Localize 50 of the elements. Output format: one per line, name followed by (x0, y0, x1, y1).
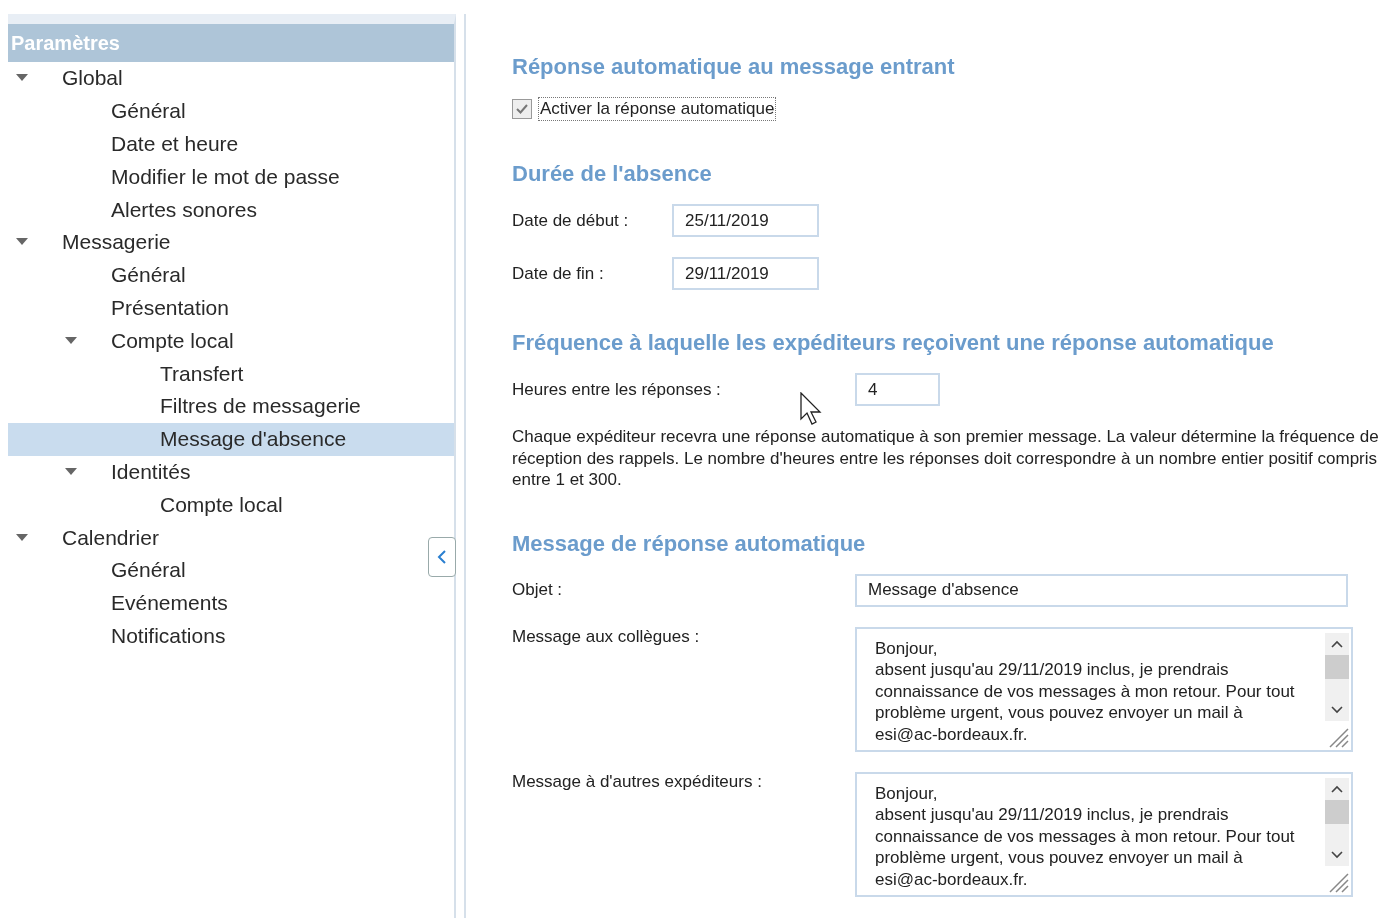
field-label: Heures entre les réponses : (512, 379, 722, 400)
message-textarea[interactable]: Bonjour, absent jusqu'au 29/11/2019 inclus, je prendrais connaissance de vos messages à mon retour. Pour tout problème urgent, vous pouvez envoyer un mail à esi@ac-bordeaux.fr. (855, 626, 1353, 752)
sidebar-title: Paramètres (8, 24, 454, 62)
section-heading: Réponse automatique au message entrant (512, 54, 956, 80)
scrollbar[interactable] (1325, 632, 1349, 721)
tree-item[interactable]: Calendrier (8, 521, 424, 554)
check-icon (515, 103, 529, 115)
tree-item[interactable]: Général (8, 553, 424, 587)
input-field[interactable]: Message d'absence (855, 573, 1348, 607)
checkbox-label[interactable]: Activer la réponse automatique (538, 97, 777, 121)
chevron-left-icon (437, 550, 447, 564)
tree-item[interactable]: Présentation (8, 291, 424, 325)
field-label: Objet : (512, 580, 564, 600)
message-textarea[interactable]: Bonjour, absent jusqu'au 29/11/2019 inclus, je prendrais connaissance de vos messages à mon retour. Pour tout problème urgent, vous pouvez envoyer un mail à esi@ac-bordeaux.fr. (855, 771, 1353, 897)
tree-item[interactable]: Général (8, 258, 424, 292)
help-text: Chaque expéditeur recevra une réponse automatique à son premier message. La valeur détermine la fréquence de réception des rappels. Le nombre d'heures entre les réponses doit correspondre à un nombre entier positif compris entre 1 et 300. (512, 426, 1380, 491)
field-label: Message à d'autres expéditeurs : (512, 771, 763, 792)
expand-arrow-icon[interactable] (16, 533, 28, 542)
expand-arrow-icon[interactable] (65, 467, 77, 476)
tree-item[interactable]: Compte local (8, 324, 424, 358)
tree-item[interactable]: Compte local (8, 488, 424, 522)
section-heading: Durée de l'absence (512, 161, 713, 187)
tree-item[interactable]: Filtres de messagerie (8, 389, 424, 423)
mouse-cursor-icon (800, 392, 822, 426)
tree-item[interactable]: Alertes sonores (8, 193, 424, 226)
expand-arrow-icon[interactable] (16, 74, 28, 83)
resize-grip-icon[interactable] (1327, 870, 1349, 893)
expand-arrow-icon[interactable] (65, 336, 77, 345)
input-field[interactable]: 25/11/2019 (672, 204, 819, 237)
tree-item[interactable]: Modifier le mot de passe (8, 160, 424, 194)
tree-item[interactable]: Global (8, 62, 424, 95)
checkbox[interactable] (512, 99, 532, 119)
input-field[interactable]: 29/11/2019 (672, 257, 819, 290)
tree-item[interactable]: Identités (8, 455, 424, 489)
field-label: Date de début : (512, 210, 630, 231)
section-heading: Fréquence à laquelle les expéditeurs reçoivent une réponse automatique (512, 330, 1275, 356)
expand-arrow-icon[interactable] (16, 238, 28, 247)
tree-item[interactable]: Notifications (8, 619, 424, 653)
tree-item[interactable]: Evénements (8, 586, 424, 620)
resize-grip-icon[interactable] (1327, 725, 1349, 748)
tree-item[interactable]: Transfert (8, 357, 424, 390)
section-heading: Message de réponse automatique (512, 530, 867, 557)
tree-item[interactable]: Messagerie (8, 226, 424, 259)
field-label: Message aux collègues : (512, 626, 701, 647)
field-label: Date de fin : (512, 263, 605, 284)
collapse-button[interactable] (428, 537, 456, 577)
tree-item[interactable]: Général (8, 94, 424, 128)
input-field[interactable]: 4 (855, 373, 940, 406)
scrollbar[interactable] (1325, 777, 1349, 866)
tree-item[interactable]: Date et heure (8, 127, 424, 161)
